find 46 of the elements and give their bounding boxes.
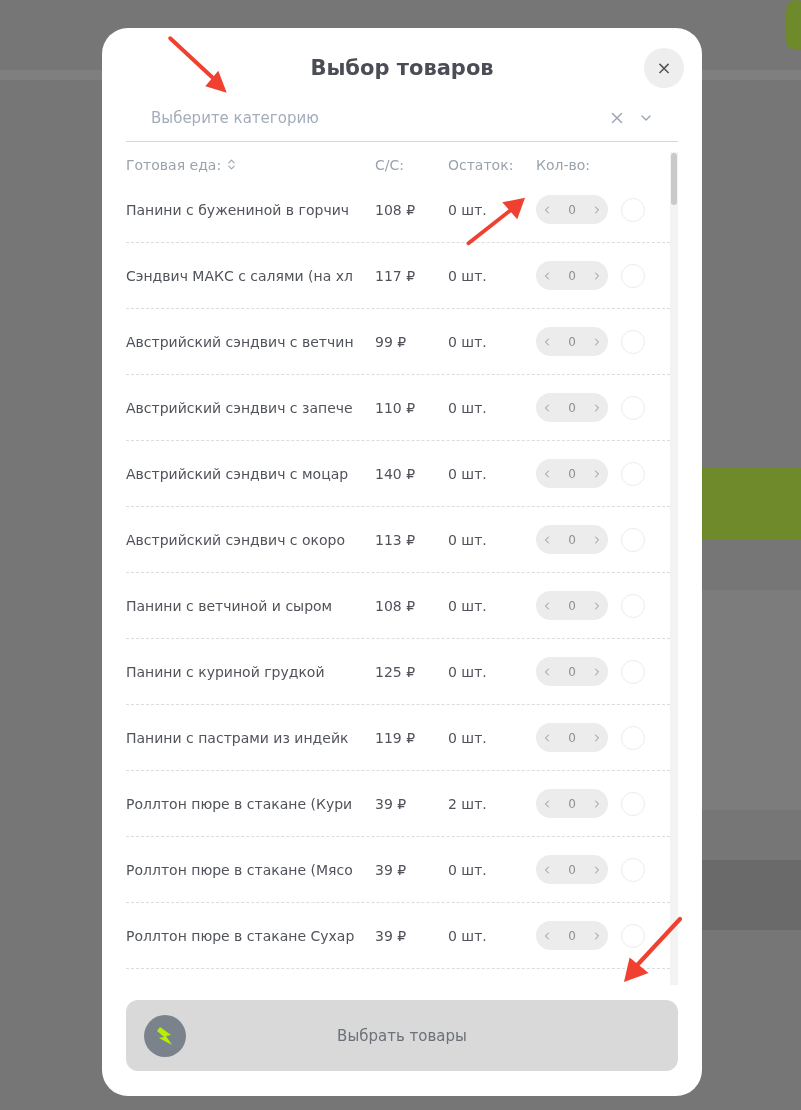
stock-cell-text: 0 шт. [448,861,488,878]
price-cell-text: 108 ₽ [375,201,417,218]
column-header: Кол-во: [536,156,591,173]
product-name: Австрийский сэндвич с моцар [126,465,350,482]
product-name: Панини с куриной грудкой [126,663,326,680]
price-cell-text: 125 ₽ [375,663,417,680]
product-name: Панини с бужениной в горчич [126,201,351,218]
stock-cell-text: 0 шт. [448,729,488,746]
column-header: Остаток: [448,156,514,173]
stock-cell-text: 0 шт. [448,201,488,218]
stock-cell-text: 2 шт. [448,795,488,812]
price-cell-text: 39 ₽ [375,795,408,812]
stock-cell-text: 0 шт. [448,663,488,680]
price-cell-text: 39 ₽ [375,927,408,944]
lightning-icon [144,1014,186,1057]
price-cell-text: 110 ₽ [375,399,417,416]
product-name: Австрийский сэндвич с запече [126,399,354,416]
select-placeholder: Выберите категорию [151,109,320,127]
stock-cell-text: 0 шт. [448,531,488,548]
dialog-title: Выбор товаров [310,56,494,80]
column-header: С/С: [375,156,404,173]
product-name: Роллтон пюре в стакане (Кури [126,795,354,812]
price-cell-text: 140 ₽ [375,465,417,482]
product-name: Роллтон пюре в стакане Сухар [126,927,356,944]
price-cell-text: 117 ₽ [375,267,417,284]
stock-cell-text: 0 шт. [448,399,488,416]
close-button[interactable]: × [644,48,684,88]
scrollbar[interactable] [670,152,678,985]
column-header[interactable]: Готовая еда: [126,156,222,173]
product-name: Сэндвич МАКС с салями (на хл [126,267,354,284]
stock-cell-text: 0 шт. [448,465,488,482]
price-cell-text: 99 ₽ [375,333,408,350]
product-name: Австрийский сэндвич с окоро [126,531,347,548]
price-cell-text: 113 ₽ [375,531,417,548]
price-cell-text: 108 ₽ [375,597,417,614]
stock-cell-text: 0 шт. [448,597,488,614]
category-select[interactable]: Выберите категорию [126,95,678,142]
stock-cell-text: 0 шт. [448,927,488,944]
product-name: Панини с ветчиной и сыром [126,597,334,614]
product-name: Панини с пастрами из индейк [126,729,350,746]
price-cell-text: 119 ₽ [375,729,417,746]
product-name: Роллтон пюре в стакане (Мясо [126,861,354,878]
price-cell-text: 39 ₽ [375,861,408,878]
product-name: Австрийский сэндвич с ветчин [126,333,355,350]
stock-cell-text: 0 шт. [448,267,488,284]
stock-cell-text: 0 шт. [448,333,488,350]
